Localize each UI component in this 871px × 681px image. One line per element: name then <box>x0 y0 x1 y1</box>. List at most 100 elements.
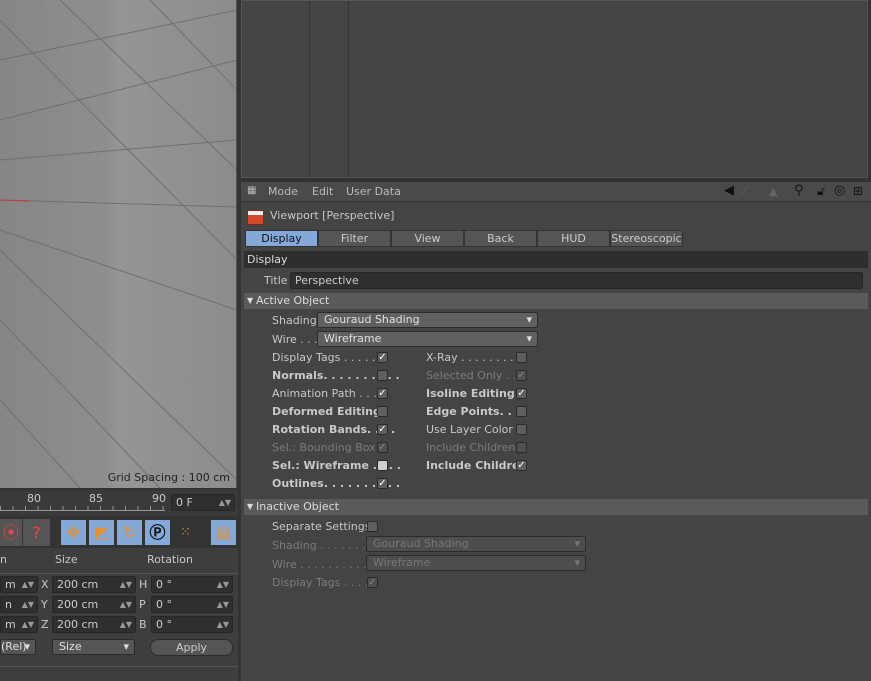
attribute-manager: ▦ Mode Edit User Data ◀ ⟋ ▲ ⚲ 🔓︎ ◎ ⊞ Vie… <box>241 182 871 681</box>
rotation-axis-label: H <box>139 578 148 591</box>
scale-icon[interactable]: ◩ <box>88 519 115 546</box>
wire-label: Wire . . . <box>272 333 318 346</box>
tab-filter[interactable]: Filter <box>318 230 391 247</box>
separate-settings-label: Separate Settings <box>272 520 371 533</box>
wire-dropdown[interactable]: Wireframe <box>317 331 538 347</box>
option-checkbox[interactable] <box>516 424 527 435</box>
option-label: Include Children <box>426 441 516 454</box>
option-checkbox[interactable] <box>516 406 527 417</box>
option-checkbox[interactable] <box>516 442 527 453</box>
inactive-wire-label: Wire . . . . . . . . . . . <box>272 558 374 571</box>
param-icon[interactable]: Ⓟ <box>144 519 171 546</box>
menu-user-data[interactable]: User Data <box>346 185 401 198</box>
option-label: Selected Only . . <box>426 369 517 382</box>
inactive-object-group[interactable]: ▼ Inactive Object <box>244 499 868 515</box>
position-field[interactable]: m ▲▼ <box>0 576 38 593</box>
tick-label: 85 <box>89 492 103 505</box>
option-checkbox[interactable] <box>377 370 388 381</box>
option-checkbox[interactable]: ✓ <box>377 424 388 435</box>
option-checkbox[interactable] <box>516 352 527 363</box>
option-label: X-Ray . . . . . . . . . <box>426 351 521 364</box>
shading-label: Shading <box>272 314 317 327</box>
option-checkbox[interactable]: ✓ <box>516 370 527 381</box>
axis-label: Y <box>41 598 48 611</box>
axis-label: X <box>41 578 49 591</box>
tick-label: 80 <box>27 492 41 505</box>
option-checkbox[interactable]: ✓ <box>377 442 388 453</box>
inactive-display-tags-label: Display Tags . . . . <box>272 576 369 589</box>
position-field[interactable]: n ▲▼ <box>0 596 38 613</box>
inactive-shading-label: Shading . . . . . . . . <box>272 539 373 552</box>
position-field[interactable]: m ▲▼ <box>0 616 38 633</box>
rotation-field[interactable]: 0 ° ▲▼ <box>151 616 233 633</box>
object-manager[interactable] <box>241 0 868 178</box>
tick-label: 90 <box>152 492 166 505</box>
menu-edit[interactable]: Edit <box>312 185 333 198</box>
rotation-header: Rotation <box>147 553 194 566</box>
inactive-display-tags-checkbox[interactable]: ✓ <box>367 577 378 588</box>
active-object-group[interactable]: ▼ Active Object <box>244 293 868 309</box>
axis-label: Z <box>41 618 49 631</box>
record-keys-icon[interactable]: ⦿ <box>0 519 22 546</box>
option-label: Display Tags . . . . . . <box>272 351 383 364</box>
option-label: Use Layer Color <box>426 423 513 436</box>
move-icon[interactable]: ✥ <box>60 519 87 546</box>
target-icon[interactable]: ◎ <box>834 183 845 198</box>
inactive-shading-dropdown[interactable]: Gouraud Shading <box>366 536 586 552</box>
coordinates-panel: n Size Rotation <box>0 548 238 681</box>
lock-icon[interactable]: 🔓︎ <box>817 184 825 199</box>
size-field[interactable]: 200 cm ▲▼ <box>52 576 136 593</box>
tab-view[interactable]: View <box>391 230 464 247</box>
size-mode-dropdown[interactable]: Size <box>52 639 135 655</box>
object-title: Viewport [Perspective] <box>270 209 395 222</box>
position-header: n <box>0 553 7 566</box>
viewport-grid <box>0 0 236 488</box>
rotation-axis-label: B <box>139 618 147 631</box>
tab-hud[interactable]: HUD <box>537 230 610 247</box>
help-icon[interactable]: ? <box>23 519 50 546</box>
option-label: Isoline Editing. . <box>426 387 527 400</box>
tab-stereoscopic[interactable]: Stereoscopic <box>610 230 683 247</box>
option-checkbox[interactable]: ✓ <box>516 460 527 471</box>
option-label: Include Children <box>426 459 528 472</box>
forward-arrow-icon[interactable]: ⟋ <box>741 184 749 198</box>
shading-dropdown[interactable]: Gouraud Shading <box>317 312 538 328</box>
tab-display[interactable]: Display <box>245 230 318 247</box>
up-arrow-icon[interactable]: ▲ <box>769 185 777 198</box>
new-panel-icon[interactable]: ⊞ <box>853 184 863 198</box>
size-field[interactable]: 200 cm ▲▼ <box>52 616 136 633</box>
3d-viewport[interactable]: Grid Spacing : 100 cm <box>0 0 237 488</box>
rotate-icon[interactable]: ↻ <box>116 519 143 546</box>
size-field[interactable]: 200 cm ▲▼ <box>52 596 136 613</box>
title-input[interactable]: Perspective <box>290 272 863 289</box>
option-label: Deformed Editing <box>272 405 381 418</box>
apply-button[interactable]: Apply <box>150 639 233 656</box>
film-icon[interactable]: ▤ <box>210 519 237 546</box>
option-checkbox[interactable]: ✓ <box>377 388 388 399</box>
option-checkbox[interactable]: ✓ <box>516 388 527 399</box>
search-icon[interactable]: ⚲ <box>794 183 804 198</box>
section-header: Display <box>244 251 868 268</box>
point-level-icon[interactable]: ⁙ <box>172 519 199 546</box>
timeline-ruler <box>0 506 165 511</box>
timeline[interactable]: 80 85 90 0 F ▲▼ <box>0 490 238 516</box>
grid-spacing-label: Grid Spacing : 100 cm <box>107 471 230 484</box>
option-checkbox[interactable]: ✓ <box>377 478 388 489</box>
coord-mode-dropdown[interactable]: (Rel) <box>0 639 36 655</box>
frame-field[interactable]: 0 F ▲▼ <box>171 494 235 511</box>
option-label: Animation Path . . . . <box>272 387 384 400</box>
option-label: Edge Points. . . . <box>426 405 528 418</box>
option-checkbox[interactable] <box>377 460 388 471</box>
attribute-menubar: ▦ Mode Edit User Data ◀ ⟋ ▲ ⚲ 🔓︎ ◎ ⊞ <box>241 182 871 202</box>
rotation-field[interactable]: 0 ° ▲▼ <box>151 596 233 613</box>
inactive-wire-dropdown[interactable]: Wireframe <box>366 555 586 571</box>
grip-icon: ▦ <box>247 185 257 196</box>
option-checkbox[interactable]: ✓ <box>377 352 388 363</box>
back-arrow-icon[interactable]: ◀ <box>724 183 734 198</box>
separate-settings-checkbox[interactable] <box>367 521 378 532</box>
option-label: Sel.: Bounding Box <box>272 441 376 454</box>
tab-back[interactable]: Back <box>464 230 537 247</box>
option-checkbox[interactable] <box>377 406 388 417</box>
menu-mode[interactable]: Mode <box>268 185 298 198</box>
rotation-field[interactable]: 0 ° ▲▼ <box>151 576 233 593</box>
